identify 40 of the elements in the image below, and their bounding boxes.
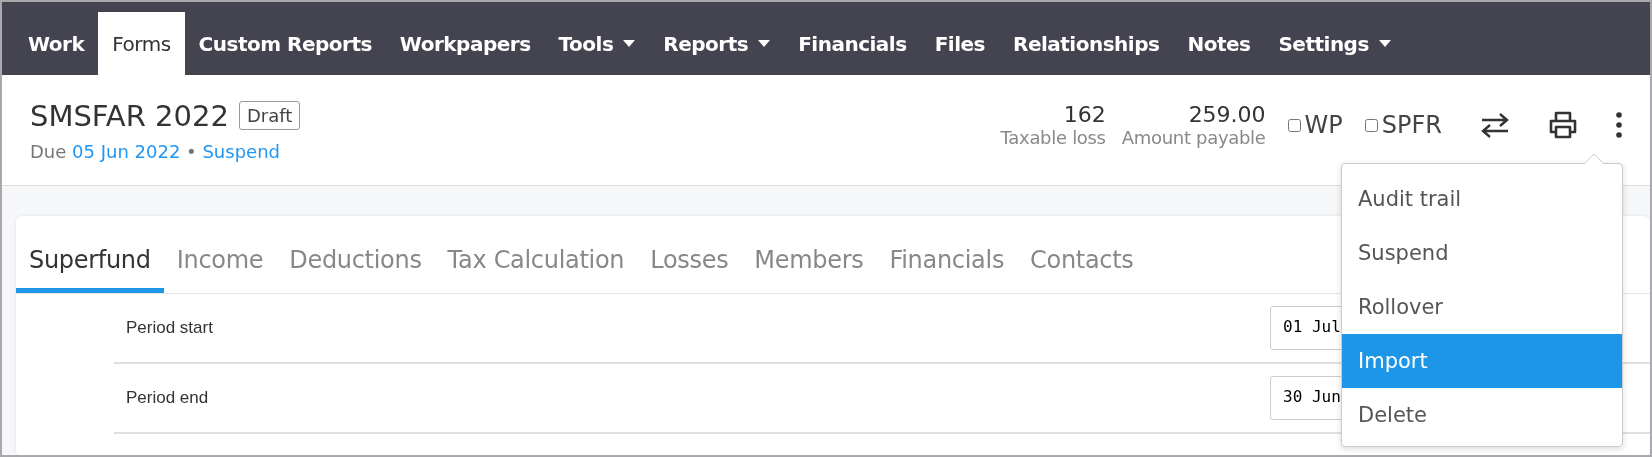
nav-item[interactable]: Work: [14, 12, 99, 75]
checkbox-label: SPFR: [1381, 111, 1442, 139]
nav-item[interactable]: Workpapers: [385, 12, 545, 75]
stat-value: 259.00: [1187, 102, 1266, 127]
nav-item[interactable]: Relationships: [999, 12, 1174, 75]
menu-item[interactable]: Audit trail: [1342, 172, 1622, 226]
separator-dot: •: [185, 140, 198, 162]
stat-value: 162: [1062, 102, 1106, 127]
checkbox[interactable]: [1364, 118, 1378, 132]
form-tab[interactable]: Financials: [876, 246, 1018, 293]
nav-item[interactable]: Reports: [649, 12, 785, 75]
swap-arrows-icon[interactable]: [1480, 112, 1510, 138]
nav-item[interactable]: Files: [920, 12, 999, 75]
field-label: Period start: [126, 318, 213, 338]
form-tab[interactable]: Losses: [637, 246, 742, 293]
checkbox-label: WP: [1304, 111, 1343, 139]
nav-item[interactable]: Forms: [98, 12, 185, 75]
form-tab[interactable]: Members: [741, 246, 877, 293]
stat-label: Amount payable: [1121, 127, 1266, 148]
field-label: Period end: [126, 388, 209, 408]
nav-item[interactable]: Notes: [1173, 12, 1265, 75]
more-options-icon[interactable]: [1616, 112, 1622, 138]
form-tab[interactable]: Income: [163, 246, 277, 293]
menu-item[interactable]: Suspend: [1342, 226, 1622, 280]
stat-label: Taxable loss: [1000, 127, 1106, 148]
menu-item[interactable]: Delete: [1342, 388, 1622, 442]
nav-item[interactable]: Custom Reports: [184, 12, 386, 75]
checkbox[interactable]: [1287, 118, 1301, 132]
form-tab[interactable]: Contacts: [1017, 246, 1147, 293]
form-tab[interactable]: Superfund: [16, 246, 164, 293]
form-title: SMSFAR 2022: [30, 98, 229, 133]
form-tab[interactable]: Deductions: [276, 246, 435, 293]
due-label: Due: [30, 140, 68, 162]
menu-item[interactable]: Rollover: [1342, 280, 1622, 334]
status-badge: Draft: [238, 101, 301, 130]
nav-item[interactable]: Financials: [784, 12, 921, 75]
form-tab[interactable]: Tax Calculation: [434, 246, 638, 293]
nav-item[interactable]: Settings: [1264, 12, 1405, 75]
print-icon[interactable]: [1548, 111, 1578, 139]
nav-item[interactable]: Tools: [544, 12, 650, 75]
